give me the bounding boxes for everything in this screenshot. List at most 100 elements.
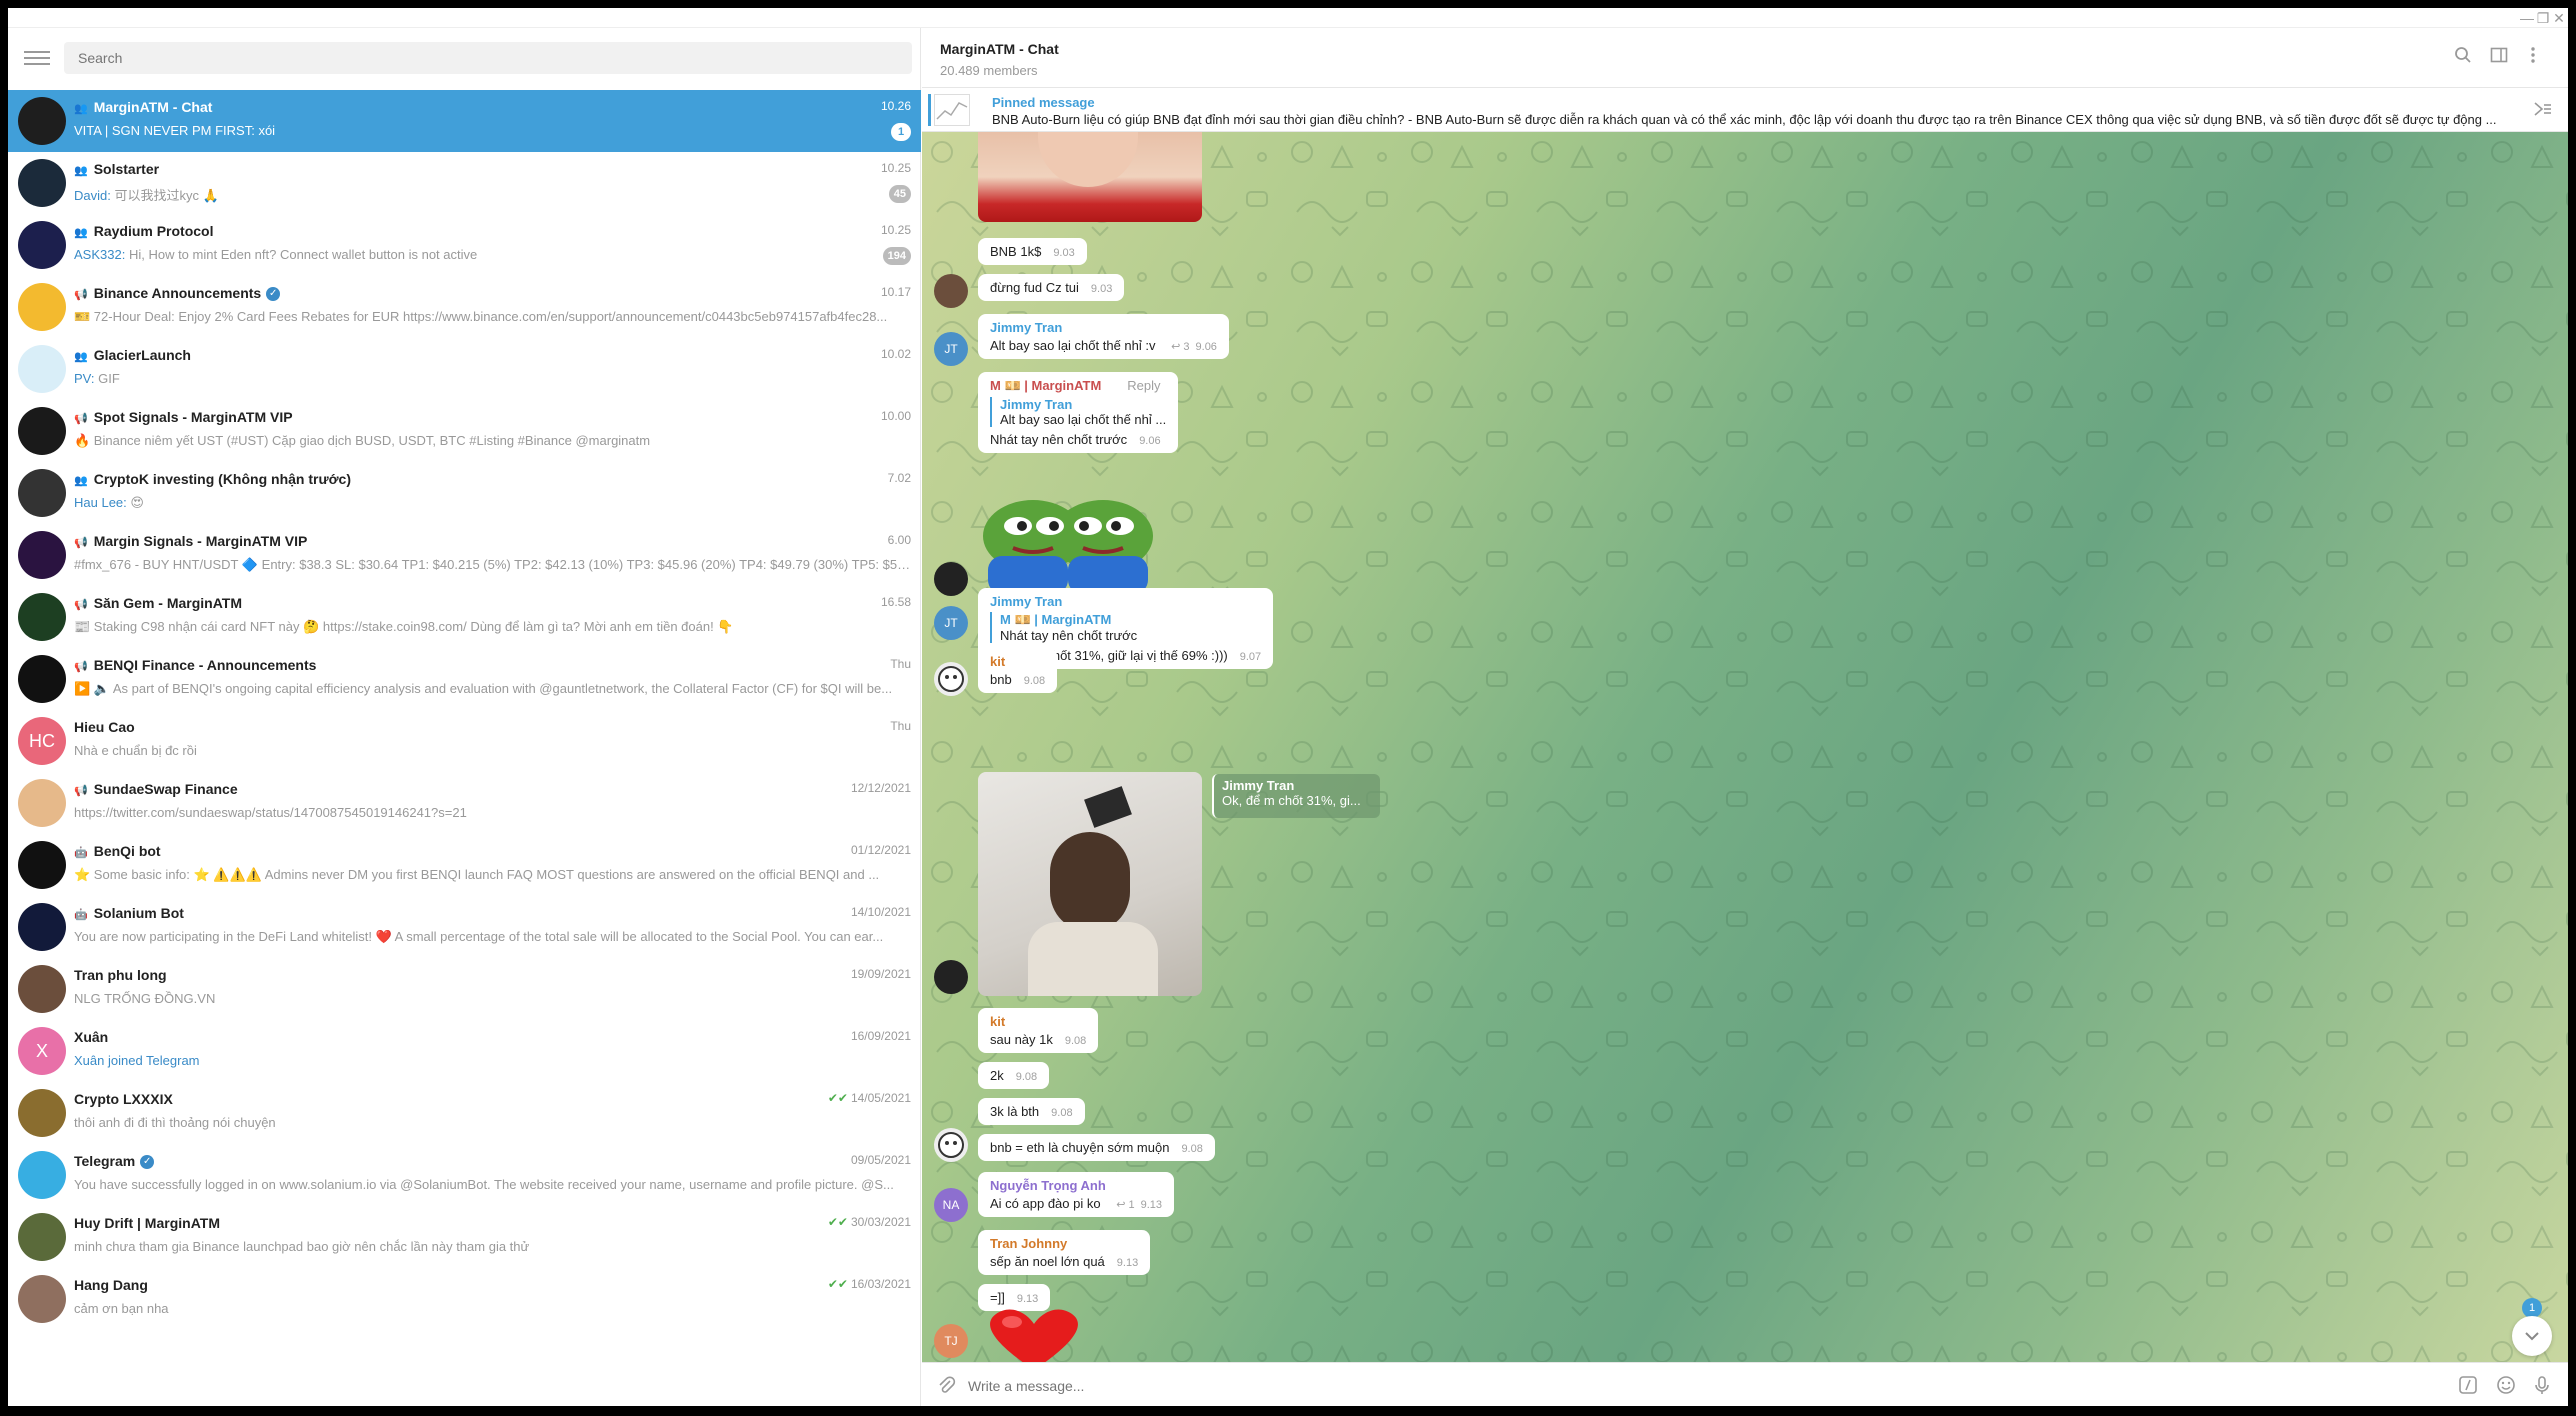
sender-name[interactable]: Jimmy Tran (990, 320, 1217, 335)
chat-time: 10.02 (880, 347, 911, 361)
chat-avatar (18, 1213, 66, 1261)
sticker-pepe[interactable] (978, 486, 1158, 594)
message-bubble[interactable]: kit sau này 1k 9.08 (978, 1008, 1099, 1053)
message-bubble[interactable]: 3k là bth 9.08 (978, 1098, 1085, 1125)
avatar-na[interactable]: NA (934, 1188, 968, 1222)
pinned-message-bar[interactable]: Pinned message BNB Auto-Burn liệu có giú… (922, 88, 2568, 132)
channel-icon: 📢 (74, 413, 88, 425)
chat-list-item[interactable]: 🤖 Solanium Bot 14/10/2021 You are now parti… (8, 896, 921, 958)
photo-message[interactable] (978, 772, 1202, 996)
avatar-jt[interactable]: JT (934, 332, 968, 366)
chat-title: MarginATM - Chat (940, 41, 1059, 57)
microphone-icon[interactable] (2532, 1375, 2552, 1400)
message-bubble[interactable]: bnb = eth là chuyện sớm muộn 9.08 (978, 1134, 1215, 1161)
chat-list-item[interactable]: 📢 Binance Announcements ✓ 10.17 🎫 72-Hour De… (8, 276, 921, 338)
heart-sticker[interactable] (982, 1306, 1086, 1362)
chat-avatar (18, 407, 66, 455)
message-input[interactable] (968, 1375, 2368, 1397)
message-bubble[interactable]: Jimmy Tran Alt bay sao lại chốt thế nhỉ … (978, 314, 1229, 359)
message-area[interactable]: BNB 1k$ 9.03 đừng fud Cz tui 9.03 JT Jimmy… (922, 132, 2568, 1362)
sender-name[interactable]: Jimmy Tran (990, 594, 1261, 609)
message-text: 3k là bth (990, 1104, 1040, 1119)
chat-preview: 🔥 Binance niêm yết UST (#UST) Cặp giao d… (74, 433, 651, 448)
chat-list-item[interactable]: 📢 SundaeSwap Finance 12/12/2021 https://twi… (8, 772, 921, 834)
message-time: 9.08 (1015, 1071, 1038, 1083)
sender-name[interactable]: Tran Johnny (990, 1236, 1138, 1251)
chat-name: 📢 BENQI Finance - Announcements (74, 657, 317, 673)
chat-list-item[interactable]: Huy Drift | MarginATM ✔✔ 30/03/2021 minh ch… (8, 1206, 921, 1268)
chat-header[interactable]: MarginATM - Chat 20.489 members (922, 28, 2568, 88)
chat-list-item[interactable]: HC Hieu Cao Thu Nhà e chuẩn bị đc rồi (8, 710, 921, 772)
message-bubble[interactable]: kit bnb 9.08 (978, 648, 1058, 693)
search-input[interactable] (64, 42, 912, 74)
close-button[interactable]: ✕ (2550, 10, 2568, 26)
message-bubble[interactable]: Tran Johnny sếp ăn noel lớn quá 9.13 (978, 1230, 1151, 1275)
chat-list-item[interactable]: 📢 Margin Signals - MarginATM VIP 6.00 #fmx_… (8, 524, 921, 586)
sender-name[interactable]: Nguyễn Trọng Anh (990, 1178, 1162, 1193)
avatar-kit[interactable] (934, 662, 968, 696)
avatar-jt[interactable]: JT (934, 606, 968, 640)
chat-list-item[interactable]: 👥 Raydium Protocol 10.25 ASK332: Hi, How to… (8, 214, 921, 276)
chat-avatar (18, 531, 66, 579)
emoji-icon[interactable] (2496, 1375, 2516, 1400)
more-options-icon[interactable] (2522, 46, 2544, 68)
chat-list: 👥 MarginATM - Chat 10.26 VITA | SGN NEVER P… (8, 90, 921, 1330)
hamburger-menu-icon[interactable] (24, 47, 50, 69)
chat-preview: VITA | SGN NEVER PM FIRST: xói (74, 123, 276, 138)
message-text: sếp ăn noel lớn quá (990, 1254, 1105, 1269)
chat-avatar (18, 1151, 66, 1199)
chat-list-item[interactable]: 👥 GlacierLaunch 10.02 PV: GIF (8, 338, 921, 400)
message-bubble[interactable]: 2k 9.08 (978, 1062, 1050, 1089)
search-icon[interactable] (2452, 46, 2474, 68)
pinned-accent-bar (928, 94, 931, 126)
chat-list-item[interactable]: Crypto LXXXIX ✔✔ 14/05/2021 thôi anh đi đi … (8, 1082, 921, 1144)
bot-commands-icon[interactable] (2458, 1375, 2478, 1400)
chat-list-item[interactable]: 👥 MarginATM - Chat 10.26 VITA | SGN NEVER P… (8, 90, 921, 152)
chat-name: 📢 Spot Signals - MarginATM VIP (74, 409, 293, 425)
avatar[interactable] (934, 562, 968, 596)
chat-list-item[interactable]: Tran phu long 19/09/2021 NLG TRỐNG ĐỒNG.VN (8, 958, 921, 1020)
pinned-list-icon[interactable] (2532, 100, 2552, 123)
reply-count[interactable]: ↩ 3 (1171, 341, 1189, 353)
photo-reply-quote[interactable]: Jimmy Tran Ok, để m chốt 31%, gi... (1212, 774, 1380, 818)
chat-list-item[interactable]: 📢 Spot Signals - MarginATM VIP 10.00 🔥 Bina… (8, 400, 921, 462)
avatar[interactable] (934, 274, 968, 308)
chat-list-item[interactable]: 🤖 BenQi bot 01/12/2021 ⭐ Some basic info: ⭐… (8, 834, 921, 896)
chat-list-item[interactable]: 📢 BENQI Finance - Announcements Thu ▶️ 🔈 As… (8, 648, 921, 710)
avatar[interactable] (934, 960, 968, 994)
message-time: 9.03 (1053, 247, 1075, 259)
sender-name[interactable]: kit (990, 1014, 1086, 1029)
chat-list-item[interactable]: 👥 CryptoK investing (Không nhận trước) 7.0… (8, 462, 921, 524)
message-bubble[interactable]: BNB 1k$ 9.03 (978, 238, 1087, 265)
chat-time: ✔✔ 16/03/2021 (827, 1277, 911, 1291)
chat-list-item[interactable]: Telegram ✓ 09/05/2021 You have successfully… (8, 1144, 921, 1206)
message-bubble[interactable]: M 💴 | MarginATM Reply Jimmy Tran Alt bay s… (978, 372, 1179, 453)
chat-list-item[interactable]: 👥 Solstarter 10.25 David: 可以我找过kyc 🙏 45 (8, 152, 921, 214)
message-time: 9.06 (1139, 435, 1161, 447)
message-bubble[interactable]: đừng fud Cz tui 9.03 (978, 274, 1125, 301)
sender-name[interactable]: M 💴 | MarginATM Reply (990, 378, 1166, 394)
chat-list-item[interactable]: X Xuân 16/09/2021 Xuân joined Telegram (8, 1020, 921, 1082)
attach-icon[interactable] (936, 1375, 956, 1400)
message-bubble[interactable]: Nguyễn Trọng Anh Ai có app đào pi ko ↩ 1… (978, 1172, 1175, 1217)
chat-time: 12/12/2021 (850, 781, 911, 795)
message-text: Ai có app đào pi ko (990, 1196, 1101, 1211)
sidebar-toggle-icon[interactable] (2488, 46, 2510, 68)
channel-icon: 📢 (74, 599, 88, 611)
reply-count[interactable]: ↩ 1 (1116, 1199, 1134, 1211)
photo-message[interactable] (978, 132, 1202, 222)
sidebar-header (8, 28, 921, 88)
chat-avatar (18, 159, 66, 207)
avatar-kit[interactable] (934, 1128, 968, 1162)
avatar-tj[interactable]: TJ (934, 1324, 968, 1358)
channel-icon: 📢 (74, 289, 88, 301)
chat-list-item[interactable]: Hang Dang ✔✔ 16/03/2021 cảm ơn bạn nha (8, 1268, 921, 1330)
quoted-reply[interactable]: M 💴 | MarginATM Nhát tay nên chốt trước (990, 612, 1261, 643)
scroll-down-button[interactable] (2512, 1316, 2552, 1356)
reply-button[interactable]: Reply (1127, 378, 1160, 393)
chat-list-item[interactable]: 📢 Săn Gem - MarginATM 16.58 📰 Staking C98 n… (8, 586, 921, 648)
quoted-reply[interactable]: Jimmy Tran Alt bay sao lại chốt thế nhỉ .… (990, 397, 1166, 427)
sender-name[interactable]: kit (990, 654, 1045, 669)
message-text: bnb = eth là chuyện sớm muộn (990, 1140, 1170, 1155)
group-icon: 👥 (74, 165, 88, 177)
